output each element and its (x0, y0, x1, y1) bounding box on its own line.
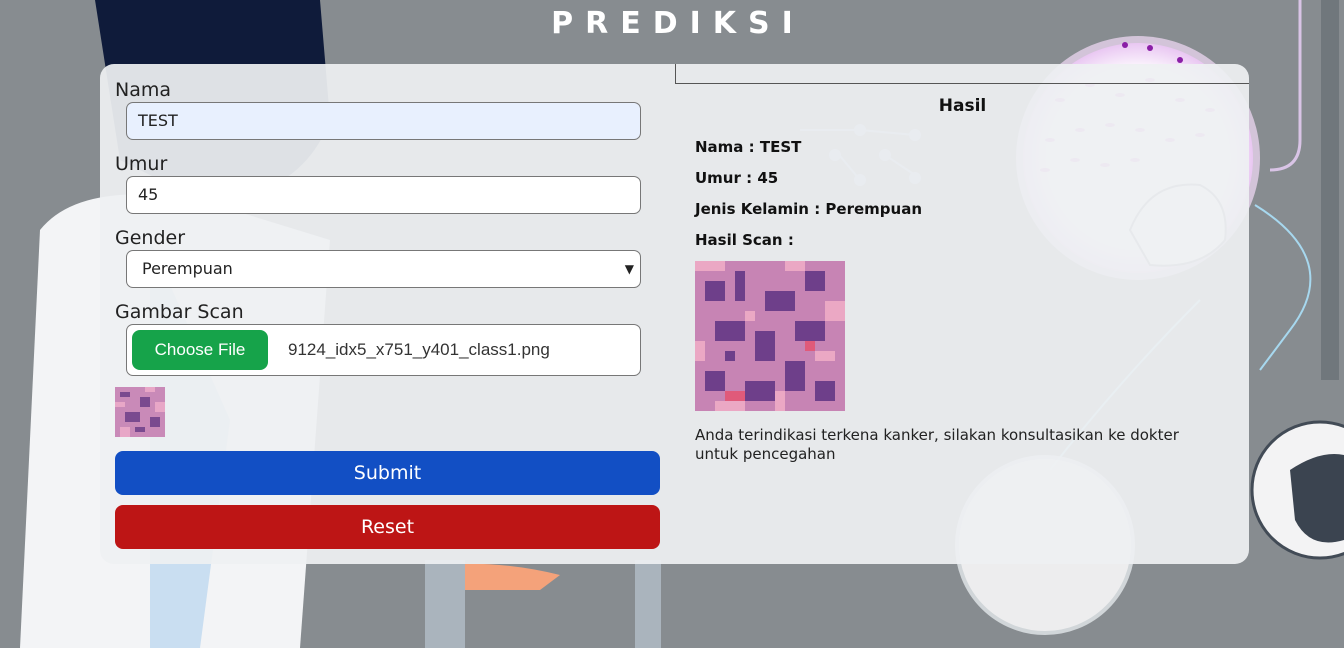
result-title: Hasil (938, 96, 987, 116)
reset-button[interactable]: Reset (115, 505, 660, 549)
selected-file-name: 9124_idx5_x751_y401_class1.png (288, 340, 550, 359)
chevron-down-icon: ▼ (624, 262, 634, 276)
gender-selected-value: Perempuan (142, 259, 233, 278)
name-label: Nama (115, 79, 172, 101)
panel-divider (675, 64, 1249, 84)
submit-button[interactable]: Submit (115, 451, 660, 495)
choose-file-button[interactable]: Choose File (132, 330, 268, 370)
scan-result-image (695, 261, 845, 411)
result-scan-label: Hasil Scan : (695, 231, 794, 249)
prediction-card: Nama TEST Umur 45 Gender Perempuan ▼ Gam… (100, 64, 1249, 564)
result-age: Umur : 45 (695, 169, 779, 187)
age-label: Umur (115, 153, 168, 175)
diagnosis-verdict: Anda terindikasi terkena kanker, silakan… (695, 426, 1179, 463)
page-title: PREDIKSI (551, 6, 805, 41)
scan-label: Gambar Scan (115, 301, 244, 323)
result-gender: Jenis Kelamin : Perempuan (695, 200, 922, 218)
age-input[interactable]: 45 (126, 176, 641, 214)
result-name: Nama : TEST (695, 138, 802, 156)
scan-thumbnail (115, 387, 165, 437)
gender-select[interactable]: Perempuan ▼ (126, 250, 641, 288)
gender-label: Gender (115, 227, 186, 249)
scan-file-input[interactable]: Choose File 9124_idx5_x751_y401_class1.p… (126, 324, 641, 376)
name-input[interactable]: TEST (126, 102, 641, 140)
